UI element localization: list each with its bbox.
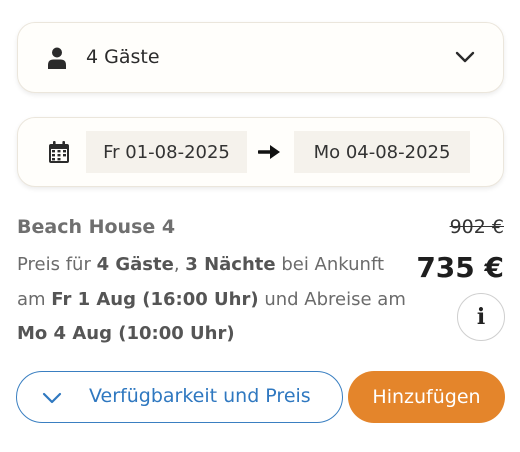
desc-text: Preis für (17, 254, 97, 275)
guests-selector[interactable]: 4 Gäste (17, 22, 504, 93)
desc-text: und Abreise am (258, 288, 406, 310)
chevron-down-icon (42, 392, 62, 404)
departure-date-field[interactable]: Mo 04-08-2025 (294, 131, 470, 173)
info-icon: i (476, 304, 486, 330)
desc-text: , (173, 254, 186, 275)
availability-button[interactable]: Verfügbarkeit und Preis (16, 371, 343, 423)
offer-description: Preis für 4 Gäste, 3 Nächte bei Ankunft … (17, 248, 407, 352)
offer-title: Beach House 4 (17, 216, 176, 238)
arrow-right-icon (258, 145, 280, 159)
desc-guests: 4 Gäste (96, 254, 174, 275)
desc-nights: 3 Nächte (185, 254, 276, 275)
calendar-icon (49, 141, 69, 163)
date-range-selector: Fr 01-08-2025 Mo 04-08-2025 (17, 117, 504, 187)
desc-arrival: Fr 1 Aug (16:00 Uhr) (51, 288, 259, 310)
arrival-date-field[interactable]: Fr 01-08-2025 (86, 131, 247, 173)
person-icon (48, 47, 66, 69)
chevron-down-icon[interactable] (455, 50, 475, 64)
info-button[interactable]: i (457, 293, 505, 341)
current-price: 735 € (416, 251, 504, 284)
desc-departure: Mo 4 Aug (10:00 Uhr) (17, 323, 235, 344)
availability-label: Verfügbarkeit und Preis (89, 385, 311, 407)
add-button[interactable]: Hinzufügen (348, 371, 505, 423)
original-price: 902 € (449, 216, 504, 238)
guests-value: 4 Gäste (86, 46, 160, 68)
